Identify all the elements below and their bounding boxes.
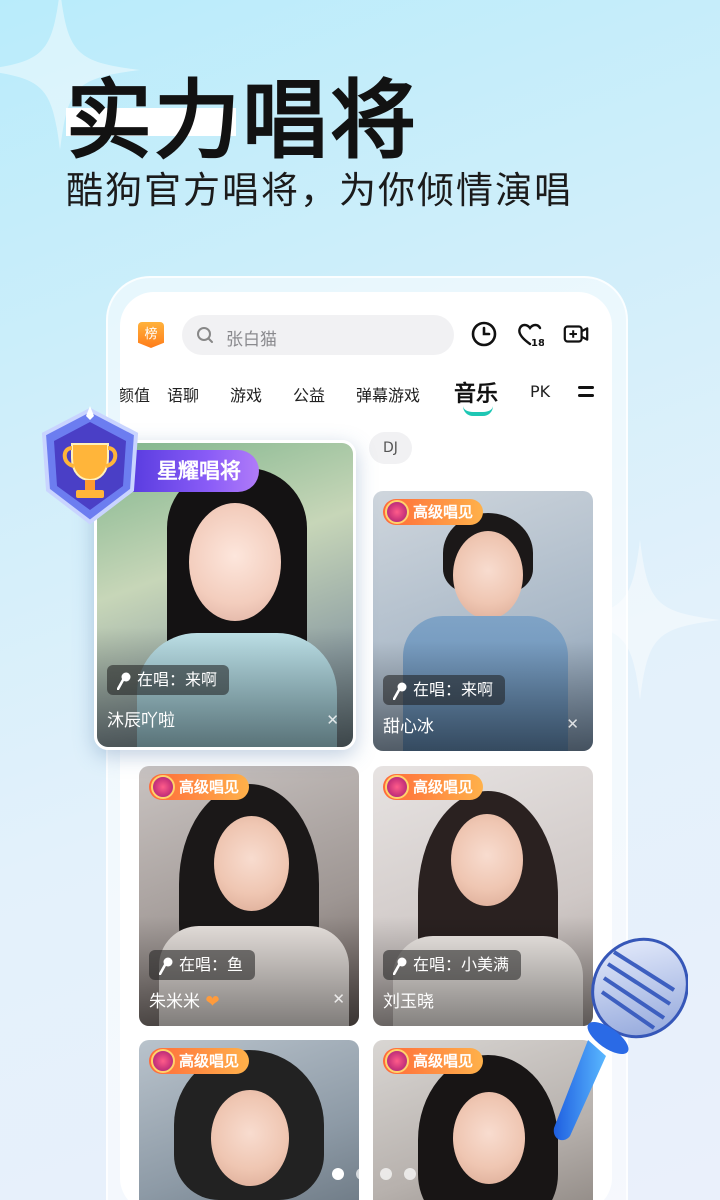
now-singing: 在唱：来啊	[383, 675, 506, 705]
singer-name: 甜心冰	[383, 717, 434, 737]
face	[189, 503, 281, 621]
face	[453, 1092, 525, 1184]
face	[214, 816, 289, 911]
category-tabs: 颜值 语聊 游戏 公益 弹幕游戏 音乐 PK	[120, 378, 612, 418]
svg-text:18: 18	[531, 338, 544, 348]
close-icon[interactable]: ✕	[326, 711, 339, 729]
clock-icon[interactable]	[470, 320, 498, 348]
video-plus-icon[interactable]	[562, 320, 590, 348]
top-bar: 榜 张白猫 18	[120, 312, 612, 356]
microphone-icon	[553, 937, 688, 1141]
badge-senior-singer: 高级唱见	[383, 774, 484, 800]
hero-title: 实力唱将	[66, 71, 418, 171]
rank-icon[interactable]: 榜	[138, 322, 164, 348]
tab-youxi[interactable]: 游戏	[230, 382, 262, 406]
page-dot	[332, 1168, 344, 1180]
filter-chip-dj[interactable]: DJ	[369, 432, 412, 464]
tab-gongyi[interactable]: 公益	[293, 382, 325, 406]
face	[453, 531, 523, 619]
mic-icon	[117, 672, 131, 690]
mic-icon	[393, 682, 407, 700]
menu-icon[interactable]	[578, 386, 594, 402]
active-tab-indicator	[463, 406, 493, 416]
page-indicator	[332, 1165, 428, 1184]
page-dot	[356, 1168, 368, 1180]
hero-subtitle: 酷狗官方唱将，为你倾情演唱	[66, 169, 573, 212]
mic-icon	[393, 957, 407, 975]
page-dot	[380, 1168, 392, 1180]
now-singing: 在唱：小美满	[383, 950, 522, 980]
now-singing: 在唱：来啊	[107, 665, 230, 695]
tab-music[interactable]: 音乐	[454, 376, 498, 408]
badge-senior-singer: 高级唱见	[149, 1048, 250, 1074]
badge-senior-singer: 高级唱见	[383, 1048, 484, 1074]
singer-name: 沐辰吖啦	[107, 711, 175, 731]
singer-card[interactable]: 高级唱见 在唱：鱼 朱米米 ❤ ✕	[139, 766, 359, 1026]
badge-senior-singer: 高级唱见	[149, 774, 250, 800]
heart-18-icon[interactable]: 18	[516, 320, 544, 348]
singer-card[interactable]: 高级唱见 在唱：来啊 甜心冰 ✕	[373, 491, 593, 751]
trophy-icon	[41, 406, 139, 525]
now-singing: 在唱：鱼	[149, 950, 256, 980]
tab-yuliao[interactable]: 语聊	[167, 382, 199, 406]
tab-yanzhi[interactable]: 颜值	[120, 382, 150, 406]
face	[211, 1090, 289, 1186]
face	[451, 814, 523, 906]
close-icon[interactable]: ✕	[566, 715, 579, 733]
page-dot	[404, 1168, 416, 1180]
search-bar[interactable]: 张白猫	[182, 315, 454, 355]
tab-danmu-youxi[interactable]: 弹幕游戏	[356, 382, 420, 406]
mic-icon	[159, 957, 173, 975]
tab-pk[interactable]: PK	[530, 382, 550, 401]
badge-senior-singer: 高级唱见	[383, 499, 484, 525]
close-icon[interactable]: ✕	[332, 990, 345, 1008]
singer-name: 朱米米 ❤	[149, 992, 220, 1012]
singer-name: 刘玉晓	[383, 992, 434, 1012]
search-placeholder: 张白猫	[226, 330, 277, 350]
singer-card[interactable]: 高级唱见	[139, 1040, 359, 1200]
heart-badge-icon: ❤	[205, 992, 220, 1012]
search-icon	[197, 327, 213, 343]
